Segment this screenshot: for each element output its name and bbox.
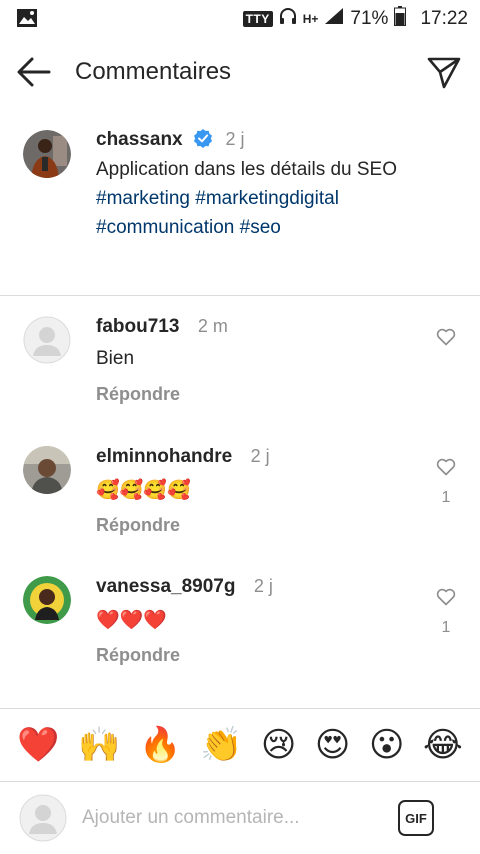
like-area <box>432 328 460 359</box>
reply-button[interactable]: Répondre <box>96 384 396 405</box>
share-button[interactable] <box>426 54 462 90</box>
comment-item: elminnohandre 2 j 🥰🥰🥰🥰 Répondre 1 <box>0 446 480 566</box>
battery-icon <box>394 6 407 32</box>
comment-item: vanessa_8907g 2 j ❤️❤️❤️ Répondre 1 <box>0 576 480 696</box>
caption-body: chassanx 2 j Application dans les détail… <box>96 128 426 242</box>
battery-percent: 71% <box>350 8 389 29</box>
post-caption: chassanx 2 j Application dans les détail… <box>0 108 480 296</box>
comment-input[interactable] <box>82 804 372 832</box>
headset-icon <box>279 7 297 31</box>
comment-body: elminnohandre 2 j 🥰🥰🥰🥰 Répondre <box>96 446 396 536</box>
comment-item: fabou713 2 m Bien Répondre <box>0 316 480 436</box>
emoji-laughing-button[interactable]: 😂 <box>423 725 463 765</box>
like-area: 1 <box>432 458 460 507</box>
quick-emoji-bar: ❤️ 🙌 🔥 👏 😢 😍 😮 😂 <box>0 708 480 782</box>
hashtag-seo[interactable]: #seo <box>240 217 281 238</box>
like-button[interactable] <box>432 458 460 481</box>
comment-text: Bien <box>96 348 135 369</box>
verified-badge-icon <box>193 128 213 153</box>
caption-username[interactable]: chassanx <box>96 129 183 150</box>
emoji-raised-hands-button[interactable]: 🙌 <box>78 725 120 765</box>
comment-body: vanessa_8907g 2 j ❤️❤️❤️ Répondre <box>96 576 396 666</box>
like-area: 1 <box>432 588 460 637</box>
reply-button[interactable]: Répondre <box>96 645 396 666</box>
hashtag-marketing[interactable]: #marketing <box>96 188 190 209</box>
tty-indicator: TTY <box>242 11 273 27</box>
emoji-clap-button[interactable]: 👏 <box>200 725 242 765</box>
comment-time: 2 m <box>197 316 228 336</box>
gif-button[interactable]: GIF <box>398 800 434 836</box>
status-indicators: TTY H+ 71% 17:22 <box>242 6 468 32</box>
like-button[interactable] <box>432 328 460 351</box>
back-button[interactable] <box>16 54 54 90</box>
avatar[interactable] <box>23 316 71 364</box>
gallery-notification-icon <box>16 8 38 33</box>
page-title: Commentaires <box>75 58 232 85</box>
hashtag-marketingdigital[interactable]: #marketingdigital <box>195 188 339 209</box>
header: Commentaires <box>0 36 480 108</box>
comment-text: ❤️❤️❤️ <box>96 609 167 631</box>
avatar[interactable] <box>23 576 71 624</box>
avatar <box>19 794 67 842</box>
comment-body: fabou713 2 m Bien Répondre <box>96 316 396 405</box>
hashtag-communication[interactable]: #communication <box>96 217 234 238</box>
arrow-left-icon <box>17 57 51 87</box>
avatar[interactable] <box>23 130 71 178</box>
comment-text: 🥰🥰🥰🥰 <box>96 479 191 501</box>
status-bar: TTY H+ 71% 17:22 <box>0 0 480 36</box>
comment-time: 2 j <box>253 576 273 596</box>
emoji-fire-button[interactable]: 🔥 <box>139 725 181 765</box>
heart-icon <box>436 328 456 346</box>
emoji-surprised-button[interactable]: 😮 <box>369 725 404 765</box>
comment-username[interactable]: vanessa_8907g <box>96 576 235 597</box>
hashtag-list: #marketing #marketingdigital #communicat… <box>96 184 426 242</box>
emoji-heart-button[interactable]: ❤️ <box>17 725 59 765</box>
reply-button[interactable]: Répondre <box>96 515 396 536</box>
send-icon <box>427 57 461 89</box>
heart-icon <box>436 588 456 606</box>
network-type: H+ <box>302 12 319 26</box>
comment-username[interactable]: elminnohandre <box>96 446 232 467</box>
clock: 17:22 <box>420 8 468 29</box>
comment-time: 2 j <box>250 446 270 466</box>
caption-time: 2 j <box>225 129 245 149</box>
avatar[interactable] <box>23 446 71 494</box>
signal-icon <box>324 7 344 31</box>
heart-icon <box>436 458 456 476</box>
caption-text: Application dans les détails du SEO <box>96 159 398 180</box>
comment-username[interactable]: fabou713 <box>96 316 179 337</box>
like-count: 1 <box>441 619 451 636</box>
comment-input-bar: GIF <box>0 782 480 854</box>
emoji-crying-button[interactable]: 😢 <box>261 725 296 765</box>
emoji-heart-eyes-button[interactable]: 😍 <box>315 725 350 765</box>
like-button[interactable] <box>432 588 460 611</box>
partial-comment <box>96 700 276 708</box>
like-count: 1 <box>441 489 451 506</box>
